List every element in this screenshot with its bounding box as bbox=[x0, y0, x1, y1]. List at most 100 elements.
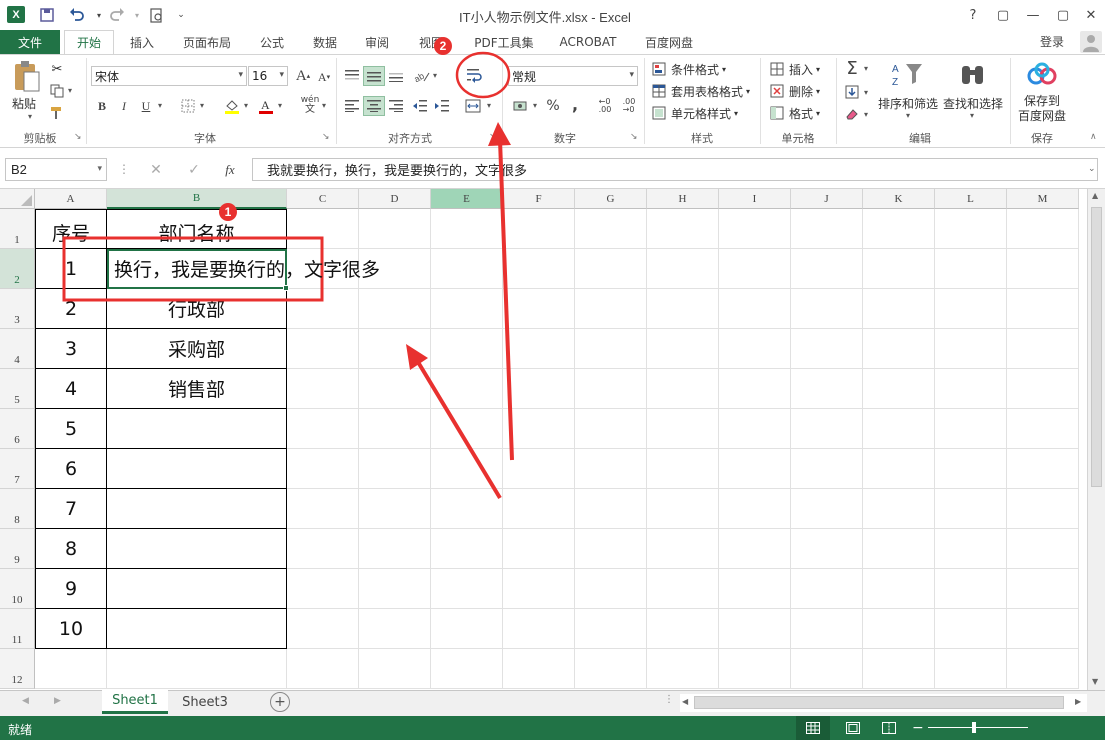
cell-c10[interactable] bbox=[287, 569, 359, 609]
cell-c11[interactable] bbox=[287, 609, 359, 649]
paste-button-label[interactable]: 粘贴 bbox=[12, 95, 36, 112]
cell-j11[interactable] bbox=[791, 609, 863, 649]
decrease-indent-icon[interactable] bbox=[410, 96, 430, 116]
tab-data[interactable]: 数据 bbox=[302, 30, 348, 54]
cell-j12[interactable] bbox=[791, 649, 863, 689]
clear-dropdown-icon[interactable]: ▾ bbox=[864, 110, 868, 119]
cell-m4[interactable] bbox=[1007, 329, 1079, 369]
cell-l11[interactable] bbox=[935, 609, 1007, 649]
row-header-9[interactable]: 9 bbox=[0, 529, 35, 569]
cell-j5[interactable] bbox=[791, 369, 863, 409]
cell-l9[interactable] bbox=[935, 529, 1007, 569]
row-header-2[interactable]: 2 bbox=[0, 249, 35, 289]
cell-h10[interactable] bbox=[647, 569, 719, 609]
column-header-l[interactable]: L bbox=[935, 189, 1007, 209]
format-cells-button[interactable]: 格式 ▾ bbox=[768, 103, 820, 123]
tab-review[interactable]: 审阅 bbox=[354, 30, 400, 54]
cell-l2[interactable] bbox=[935, 249, 1007, 289]
column-header-h[interactable]: H bbox=[647, 189, 719, 209]
cell-c5[interactable] bbox=[287, 369, 359, 409]
autosum-dropdown-icon[interactable]: ▾ bbox=[864, 64, 868, 73]
cell-e3[interactable] bbox=[431, 289, 503, 329]
tab-insert[interactable]: 插入 bbox=[118, 30, 166, 54]
cell-i10[interactable] bbox=[719, 569, 791, 609]
decrease-font-size-icon[interactable]: A ▾ bbox=[316, 68, 332, 86]
cell-e5[interactable] bbox=[431, 369, 503, 409]
ribbon-display-options-button[interactable]: ▢ bbox=[988, 4, 1018, 26]
cell-h3[interactable] bbox=[647, 289, 719, 329]
cell-l8[interactable] bbox=[935, 489, 1007, 529]
cell-i8[interactable] bbox=[719, 489, 791, 529]
cell-k4[interactable] bbox=[863, 329, 935, 369]
cell-k11[interactable] bbox=[863, 609, 935, 649]
cell-a12[interactable] bbox=[35, 649, 107, 689]
cell-k10[interactable] bbox=[863, 569, 935, 609]
tab-pdf-tools[interactable]: PDF工具集 bbox=[466, 30, 542, 54]
cell-j3[interactable] bbox=[791, 289, 863, 329]
page-layout-view-icon[interactable] bbox=[838, 716, 868, 740]
fill-dropdown-icon[interactable]: ▾ bbox=[864, 88, 868, 97]
tab-file[interactable]: 文件 bbox=[0, 30, 60, 54]
cell-b12[interactable] bbox=[107, 649, 287, 689]
cell-g12[interactable] bbox=[575, 649, 647, 689]
cell-d8[interactable] bbox=[359, 489, 431, 529]
close-button[interactable]: ✕ bbox=[1076, 4, 1105, 26]
cell-g9[interactable] bbox=[575, 529, 647, 569]
sort-filter-icon[interactable]: AZ bbox=[890, 60, 924, 90]
minimize-button[interactable]: — bbox=[1018, 4, 1048, 26]
prev-sheet-icon[interactable]: ◀ bbox=[22, 696, 29, 706]
name-box[interactable]: B2 ▾ bbox=[5, 158, 107, 181]
cell-a1[interactable]: 序号 bbox=[35, 209, 107, 249]
scroll-right-icon[interactable]: ▶ bbox=[1075, 697, 1081, 706]
cell-d3[interactable] bbox=[359, 289, 431, 329]
cell-i11[interactable] bbox=[719, 609, 791, 649]
cut-icon[interactable]: ✂ bbox=[48, 60, 66, 78]
font-launcher-icon[interactable]: ↘ bbox=[322, 132, 330, 142]
select-all-button[interactable] bbox=[0, 189, 35, 209]
cell-a11[interactable]: 10 bbox=[35, 609, 107, 649]
cell-g6[interactable] bbox=[575, 409, 647, 449]
vertical-scroll-thumb[interactable] bbox=[1091, 207, 1102, 487]
cell-m3[interactable] bbox=[1007, 289, 1079, 329]
cell-m10[interactable] bbox=[1007, 569, 1079, 609]
borders-dropdown-icon[interactable]: ▾ bbox=[200, 101, 204, 110]
cell-i3[interactable] bbox=[719, 289, 791, 329]
save-icon[interactable] bbox=[36, 5, 58, 25]
phonetic-guide-button[interactable]: wén 文 bbox=[298, 94, 322, 116]
cell-b6[interactable] bbox=[107, 409, 287, 449]
cell-m1[interactable] bbox=[1007, 209, 1079, 249]
fill-handle[interactable] bbox=[283, 285, 289, 291]
increase-indent-icon[interactable] bbox=[432, 96, 452, 116]
cell-e7[interactable] bbox=[431, 449, 503, 489]
cell-h9[interactable] bbox=[647, 529, 719, 569]
cell-f11[interactable] bbox=[503, 609, 575, 649]
sheet-tab-sheet1[interactable]: Sheet1 bbox=[102, 690, 168, 714]
cell-k9[interactable] bbox=[863, 529, 935, 569]
baidu-netdisk-icon[interactable] bbox=[1026, 62, 1058, 90]
cell-e1[interactable] bbox=[431, 209, 503, 249]
cell-l4[interactable] bbox=[935, 329, 1007, 369]
cell-m7[interactable] bbox=[1007, 449, 1079, 489]
font-size-select[interactable]: 16 ▾ bbox=[248, 66, 288, 86]
cell-h7[interactable] bbox=[647, 449, 719, 489]
login-link[interactable]: 登录 bbox=[1040, 33, 1064, 50]
align-left-icon[interactable] bbox=[342, 96, 362, 116]
cell-e6[interactable] bbox=[431, 409, 503, 449]
autosum-icon[interactable]: Σ bbox=[842, 58, 862, 79]
cell-g5[interactable] bbox=[575, 369, 647, 409]
cell-i1[interactable] bbox=[719, 209, 791, 249]
orientation-icon[interactable]: ab bbox=[412, 66, 432, 86]
insert-cells-button[interactable]: 插入 ▾ bbox=[768, 59, 820, 79]
cell-f1[interactable] bbox=[503, 209, 575, 249]
cell-c8[interactable] bbox=[287, 489, 359, 529]
cell-c4[interactable] bbox=[287, 329, 359, 369]
cell-h6[interactable] bbox=[647, 409, 719, 449]
cell-l12[interactable] bbox=[935, 649, 1007, 689]
cell-d11[interactable] bbox=[359, 609, 431, 649]
page-break-view-icon[interactable] bbox=[874, 716, 904, 740]
cell-a7[interactable]: 6 bbox=[35, 449, 107, 489]
font-name-select[interactable]: 宋体 ▾ bbox=[91, 66, 247, 86]
underline-button[interactable]: U bbox=[137, 96, 155, 116]
cell-d1[interactable] bbox=[359, 209, 431, 249]
scroll-down-icon[interactable]: ▼ bbox=[1092, 677, 1098, 686]
